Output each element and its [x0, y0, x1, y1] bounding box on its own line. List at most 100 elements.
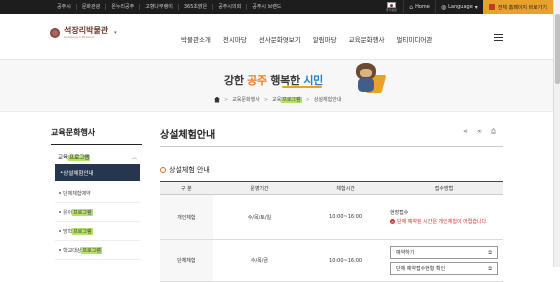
table-row: 단체체험 수/목/금 10:00~16:00 예약하기 ⧉ 단체 예약접수현황 … [160, 239, 503, 282]
breadcrumb-item[interactable]: 교육문화행사 [232, 96, 260, 103]
lnb-group-education-program[interactable]: 교육프로그램 ︿ [55, 150, 140, 164]
link-icon[interactable]: ∞ [477, 128, 482, 136]
language-label: Language [448, 4, 473, 10]
breadcrumb-separator: > [263, 96, 269, 103]
lnb-item-highlight: 프로그램 [72, 227, 93, 235]
slogan-underline [282, 86, 322, 88]
site-icon [488, 4, 495, 10]
lnb-item-label: 상설체험안내 [63, 170, 94, 177]
left-nav: 교육프로그램 ︿ • 상설체험안내 단체체험예약 유아 프로그램 방학 프로그램 학… [55, 150, 140, 260]
row-category: 개인체험 [160, 194, 213, 240]
chevron-up-icon: ︿ [131, 154, 137, 161]
breadcrumb-separator: > [305, 96, 310, 103]
row-period: 수/목/금 [212, 239, 307, 282]
slogan-part: 강한 [224, 74, 248, 87]
mascot-image [352, 63, 387, 95]
share-icon[interactable]: ⋖ [463, 128, 468, 136]
lnb-item-highlight: 프로그램 [72, 208, 93, 216]
column-header: 운영기간 [212, 181, 307, 195]
column-header: 체험시간 [306, 181, 385, 195]
reserve-button[interactable]: 예약하기 ⧉ [389, 246, 498, 259]
breadcrumb: > 교육문화행사 > 교육프로그램 > 상설체험안내 [214, 96, 341, 103]
family-link[interactable]: 공주시 브랜드 [247, 4, 286, 10]
check-reservation-button[interactable]: 단체 예약접수현황 확인 ⧉ [389, 262, 498, 275]
family-link[interactable]: 365초밝은 [179, 4, 214, 10]
divider [51, 144, 142, 145]
row-action: 현장접수 ✕ 단체 예약된 시간은 개인체험이 어렵습니다. [384, 194, 503, 240]
family-site-links: 공주시 문화관광 온누리공주 고향나부랭이 365초밝은 공주시의회 공주시 브… [52, 0, 286, 14]
gnb-item-multimedia[interactable]: 멀티미디어관 [391, 34, 439, 44]
reserve-label: 예약하기 [395, 250, 415, 256]
gnb-item-notice[interactable]: 알림마당 [307, 34, 343, 44]
family-link[interactable]: 문화관광 [77, 4, 107, 10]
breadcrumb-text: 교육 [272, 97, 282, 103]
site-logo[interactable]: 석장리박물관 Seokjang-ri Museum ▾ [50, 27, 117, 39]
lnb-group-text: 교육 [58, 155, 69, 161]
bullet-icon [160, 167, 166, 173]
notice-text: 단체 예약된 시간은 개인체험이 어렵습니다. [396, 219, 488, 225]
page-title: 상설체험안내 [160, 130, 216, 141]
check-reservation-label: 단체 예약접수현황 확인 [395, 266, 446, 272]
external-link-icon: ⧉ [488, 249, 492, 256]
table-header-row: 구 분 운영기간 체험시간 접수방법 [160, 181, 503, 195]
utility-bar: 공주시 문화관광 온누리공주 고향나부랭이 365초밝은 공주시의회 공주시 브… [0, 0, 553, 14]
mascot-face [360, 69, 372, 77]
gnb-item-prehistory[interactable]: 선사문화엿보기 [253, 34, 307, 44]
national-symbol-link[interactable]: 국가상징 [383, 0, 399, 14]
home-link[interactable]: ⌂ Home [403, 0, 435, 14]
notice-message: ✕ 단체 예약된 시간은 개인체험이 어렵습니다. [389, 218, 498, 225]
section-title-text: 상설체험 안내 [169, 166, 210, 174]
gnb-item-about[interactable]: 박물관소개 [175, 34, 217, 44]
breadcrumb-item[interactable]: 교육프로그램 [272, 96, 302, 103]
mascot-body [358, 78, 374, 92]
lnb-title: 교육문화행사 [51, 128, 96, 137]
lnb-item-label: 유아 [63, 209, 73, 216]
goto-site-button[interactable]: 전체 홈페이지 바로가기 [482, 0, 553, 14]
slogan-part: 공주 [247, 74, 267, 87]
gnb-item-exhibition[interactable]: 전시마당 [217, 34, 253, 44]
chevron-down-icon[interactable]: ▾ [114, 30, 117, 36]
lnb-item-label: 방학 [63, 228, 73, 235]
logo-emblem-icon [50, 28, 60, 38]
logo-name: 석장리박물관 [64, 26, 109, 35]
table-row: 개인체험 수/목/토/일 10:00~16:00 현장접수 ✕ 단체 예약된 시… [160, 194, 503, 240]
onsite-label: 현장접수 [389, 210, 409, 216]
row-time: 10:00~16:00 [306, 239, 385, 282]
row-action: 예약하기 ⧉ 단체 예약접수현황 확인 ⧉ [384, 239, 503, 282]
lnb-item-active[interactable]: • 상설체험안내 [55, 164, 140, 181]
breadcrumb-separator: > [224, 96, 229, 103]
section-title: 상설체험 안내 [160, 165, 210, 175]
language-select[interactable]: ◍ Language ▾ [434, 0, 483, 14]
goto-site-label: 전체 홈페이지 바로가기 [497, 4, 547, 11]
flag-icon [386, 2, 396, 8]
lnb-item[interactable]: 유아 프로그램 [55, 203, 140, 222]
print-icon[interactable]: ⎙ [491, 128, 496, 136]
family-link[interactable]: 공주시 [52, 4, 77, 10]
scrollbar-thumb[interactable] [555, 14, 560, 84]
page-scrollbar[interactable] [553, 0, 560, 267]
column-header: 접수방법 [384, 181, 503, 195]
chevron-down-icon: ▾ [474, 3, 478, 11]
hamburger-menu-icon[interactable] [494, 34, 503, 41]
divider [160, 146, 503, 147]
lnb-item-highlight: 프로그램 [81, 246, 102, 254]
home-icon[interactable] [214, 96, 220, 103]
row-category: 단체체험 [160, 239, 213, 282]
breadcrumb-current: 상설체험안내 [313, 97, 342, 103]
family-link[interactable]: 고향나부랭이 [140, 4, 179, 10]
lnb-item[interactable]: 단체체험예약 [55, 184, 140, 203]
external-link-icon: ⧉ [488, 265, 492, 272]
lnb-group-text-highlight: 프로그램 [68, 155, 91, 161]
gnb-item-education[interactable]: 교육문화행사 [343, 34, 391, 44]
family-link[interactable]: 공주시의회 [213, 4, 248, 10]
national-symbol-label: 국가상징 [385, 8, 397, 12]
home-label: Home [415, 4, 430, 10]
page-tools: ⋖ ∞ ⎙ [463, 128, 496, 136]
lnb-group-label: 교육프로그램 [58, 153, 91, 161]
global-nav: 박물관소개 전시마당 선사문화엿보기 알림마당 교육문화행사 멀티미디어관 [175, 34, 438, 44]
lnb-item[interactable]: 학교대상 프로그램 [55, 241, 140, 260]
lnb-item[interactable]: 방학 프로그램 [55, 222, 140, 241]
row-period: 수/목/토/일 [212, 194, 307, 240]
family-link[interactable]: 온누리공주 [106, 4, 141, 10]
lnb-item-label: 학교대상 [63, 247, 82, 254]
